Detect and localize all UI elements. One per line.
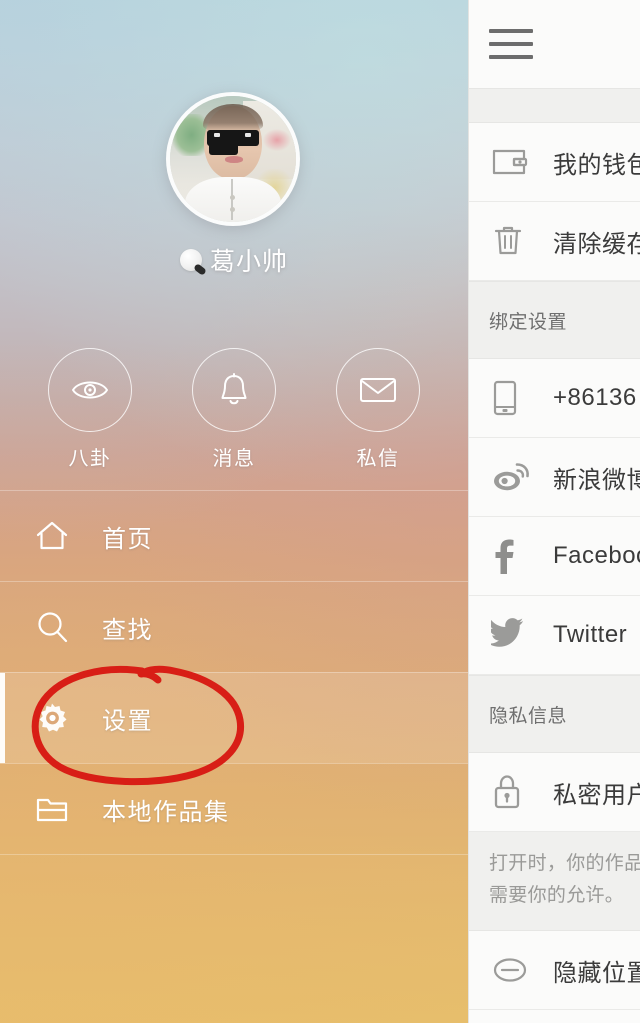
sidebar-item-home[interactable]: 首页 xyxy=(0,490,468,581)
panel-item-twitter[interactable]: Twitter xyxy=(469,596,640,675)
drawer-nav-list: 首页 查找 设置 本地作品集 xyxy=(0,490,468,854)
panel-section-label: 绑定设置 xyxy=(489,311,568,333)
avatar-lips xyxy=(225,156,244,163)
hamburger-bar xyxy=(489,42,533,46)
sidebar-item-search[interactable]: 查找 xyxy=(0,581,468,672)
panel-section-label: 隐私信息 xyxy=(489,705,568,727)
twitter-icon xyxy=(491,618,533,652)
phone-icon xyxy=(491,379,533,417)
sidebar-item-label: 首页 xyxy=(102,525,153,553)
panel-item-label: 我的钱包 xyxy=(553,151,640,179)
quick-action-label: 八卦 xyxy=(68,448,112,470)
home-icon xyxy=(30,520,74,552)
search-icon xyxy=(30,610,74,644)
panel-item-wallet[interactable]: 我的钱包 xyxy=(469,123,640,202)
panel-item-label: +86136 xyxy=(553,384,637,411)
hamburger-bar xyxy=(489,55,533,59)
panel-item-label: 隐藏位置 xyxy=(553,959,640,987)
username-label: 葛小帅 xyxy=(209,248,288,276)
hamburger-icon[interactable] xyxy=(489,26,533,62)
sidebar-item-label: 本地作品集 xyxy=(102,798,230,826)
panel-section-spacer xyxy=(469,88,640,123)
wallet-icon xyxy=(491,146,533,178)
quick-actions-row: 八卦 消息 私信 xyxy=(0,348,468,478)
circle-minus-icon xyxy=(491,955,533,985)
trash-icon xyxy=(491,224,533,258)
quick-action-label: 私信 xyxy=(356,448,400,470)
sidebar-item-label: 设置 xyxy=(102,707,153,735)
avatar-sunglasses-lower xyxy=(209,143,239,156)
panel-header xyxy=(469,0,640,88)
app-screen: 葛小帅 八卦 消息 私信 首页 查找 设置 本地作品集 我的钱 清除缓 绑定设置… xyxy=(0,0,640,1023)
nav-bottom-divider xyxy=(0,854,468,855)
lock-icon xyxy=(491,773,533,811)
sidebar-item-local-works[interactable]: 本地作品集 xyxy=(0,763,468,854)
panel-section-binding: 绑定设置 xyxy=(469,281,640,359)
panel-item-label: 清除缓存 xyxy=(553,230,640,258)
panel-item-weibo[interactable]: 新浪微博 xyxy=(469,438,640,517)
gear-icon xyxy=(30,701,74,735)
quick-action-notifications[interactable]: 消息 xyxy=(179,348,289,471)
panel-section-privacy: 隐私信息 xyxy=(469,675,640,753)
avatar-shirt-button xyxy=(230,206,236,212)
panel-item-hide-location[interactable]: 隐藏位置 xyxy=(469,931,640,1010)
weibo-icon xyxy=(491,461,533,493)
panel-note: 打开时，你的作品 需要你的允许。 xyxy=(469,832,640,931)
facebook-icon xyxy=(491,536,533,576)
settings-panel: 我的钱包 清除缓存 绑定设置 xyxy=(468,0,640,1023)
verified-badge-icon xyxy=(179,249,202,271)
panel-item-clear-cache[interactable]: 清除缓存 xyxy=(469,202,640,281)
panel-item-label: 新浪微博 xyxy=(553,466,640,494)
panel-item-private-account[interactable]: 私密用户 xyxy=(469,753,640,832)
folder-icon xyxy=(30,794,74,824)
bell-icon[interactable] xyxy=(192,348,276,432)
panel-item-label: 私密用户 xyxy=(553,781,640,809)
panel-note-text: 打开时，你的作品 需要你的允许。 xyxy=(489,853,640,906)
envelope-icon[interactable] xyxy=(336,348,420,432)
panel-item-label: Facebook xyxy=(553,542,640,569)
sidebar-item-settings[interactable]: 设置 xyxy=(0,672,468,763)
username-row[interactable]: 葛小帅 xyxy=(0,243,468,277)
avatar-photo-pink-blob xyxy=(263,128,291,152)
quick-action-gossip[interactable]: 八卦 xyxy=(35,348,145,471)
panel-item-label: Twitter xyxy=(553,621,628,648)
avatar-shirt xyxy=(185,176,281,222)
sidebar-item-label: 查找 xyxy=(102,616,153,644)
quick-action-label: 消息 xyxy=(212,448,256,470)
avatar-shirt-button xyxy=(230,194,236,200)
avatar[interactable] xyxy=(166,92,300,226)
eye-icon[interactable] xyxy=(48,348,132,432)
panel-item-phone[interactable]: +86136 xyxy=(469,359,640,438)
hamburger-bar xyxy=(489,29,533,33)
avatar-image[interactable] xyxy=(166,92,300,226)
panel-item-facebook[interactable]: Facebook xyxy=(469,517,640,596)
quick-action-direct-message[interactable]: 私信 xyxy=(323,348,433,471)
navigation-drawer: 葛小帅 八卦 消息 私信 首页 查找 设置 本地作品集 xyxy=(0,0,468,1023)
